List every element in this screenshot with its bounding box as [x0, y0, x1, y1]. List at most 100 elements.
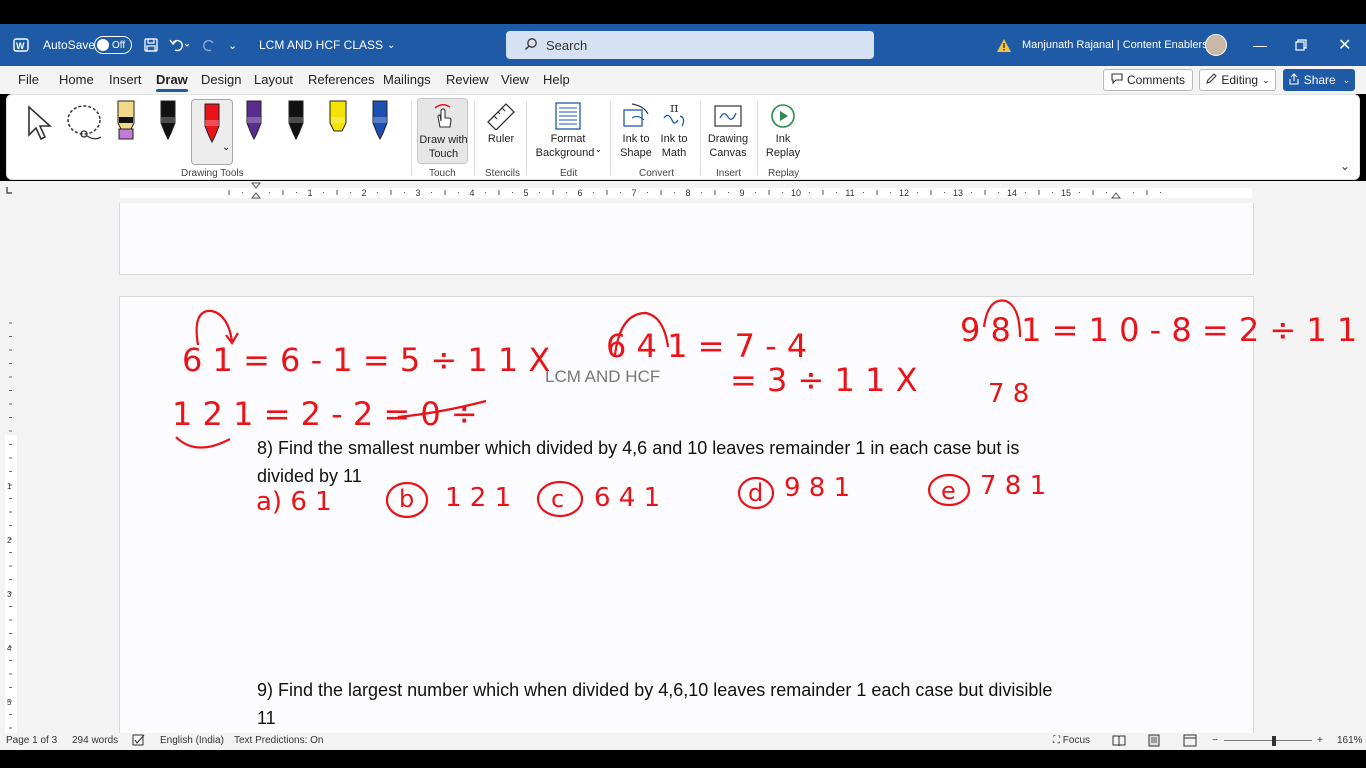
lasso-select-icon[interactable] [65, 103, 105, 148]
horizontal-ruler[interactable]: 1 2 3 4 5 6 7 8 9 10 11 12 13 14 15 [0, 181, 1366, 203]
tab-references[interactable]: References [308, 72, 374, 87]
page-previous[interactable] [119, 203, 1254, 275]
zoom-out-button[interactable]: − [1212, 735, 1218, 746]
avatar[interactable] [1205, 24, 1227, 66]
close-button[interactable]: ✕ [1338, 24, 1351, 66]
tab-layout[interactable]: Layout [254, 72, 293, 87]
draw-with-touch-label-2: Touch [428, 148, 459, 160]
draw-with-touch-label-1: Draw with [419, 134, 468, 146]
tab-review[interactable]: Review [446, 72, 489, 87]
proofing-icon[interactable] [132, 734, 146, 750]
pen-4-icon[interactable] [243, 99, 265, 150]
share-icon [1288, 72, 1300, 88]
user-name[interactable]: Manjunath Rajanal | Content Enablers [1022, 24, 1208, 66]
redo-icon[interactable] [202, 24, 218, 66]
chevron-down-icon: ⌄ [387, 39, 396, 51]
ruler-number: 2 [7, 536, 12, 545]
share-button[interactable]: Share ⌄ [1283, 69, 1355, 91]
pen-2-icon[interactable] [157, 99, 179, 150]
ink-work-981: 9 8 1 = 1 0 - 8 = 2 ÷ 1 1 X [960, 311, 1366, 349]
format-background-label-2: Background [535, 147, 595, 159]
pen-7-icon[interactable] [369, 99, 391, 150]
ruler-scale: 1 2 3 4 5 6 7 8 9 10 11 12 13 14 15 [6, 182, 1252, 199]
word-count[interactable]: 294 words [72, 735, 118, 746]
word-window: W AutoSave Off ⌄ LCM AND HCF CLASS ⌄ Man… [0, 0, 1366, 768]
ruler-number: 4 [469, 188, 474, 198]
zoom-in-button[interactable]: + [1317, 735, 1323, 746]
svg-text:π: π [670, 101, 679, 116]
ink-to-math-button[interactable]: π Ink to Math [655, 98, 693, 164]
page-count[interactable]: Page 1 of 3 [6, 735, 57, 746]
language[interactable]: English (India) [160, 735, 224, 746]
editing-mode-button[interactable]: Editing ⌄ [1199, 69, 1276, 91]
comments-button[interactable]: Comments [1103, 69, 1193, 91]
drawing-canvas-button[interactable]: Drawing Canvas [705, 98, 751, 164]
ribbon-expand-icon[interactable]: ⌄ [1340, 159, 1350, 173]
zoom-level[interactable]: 161% [1337, 735, 1363, 746]
chevron-down-icon: ⌄ [595, 145, 602, 154]
chevron-down-icon: ⌄ [1342, 74, 1351, 85]
search-box[interactable]: Search [506, 31, 874, 59]
document-area[interactable]: 12345 LCM AND HCF 8) Find the smallest n… [0, 203, 1366, 733]
web-layout-icon[interactable] [1183, 734, 1197, 750]
ink-work-781: 7 8 [988, 379, 1030, 409]
search-icon [524, 37, 538, 54]
print-layout-icon[interactable] [1147, 734, 1161, 750]
ruler-number: 5 [7, 698, 12, 707]
ink-option-a: a) 6 1 [256, 487, 332, 517]
tab-home[interactable]: Home [59, 72, 94, 87]
page-current[interactable]: LCM AND HCF 8) Find the smallest number … [119, 296, 1366, 733]
customize-toolbar-icon[interactable]: ⌄ [228, 24, 237, 66]
zoom-slider[interactable] [1224, 740, 1312, 741]
zoom-slider-thumb[interactable] [1272, 736, 1276, 746]
tab-draw[interactable]: Draw [156, 72, 188, 92]
read-mode-icon[interactable] [1112, 734, 1126, 750]
ink-to-shape-button[interactable]: Ink to Shape [617, 98, 655, 164]
ruler-button[interactable]: Ruler [481, 98, 521, 164]
comment-icon [1111, 73, 1123, 87]
ruler-number: 2 [361, 188, 366, 198]
draw-with-touch-button[interactable]: Draw with Touch [417, 98, 468, 164]
tab-design[interactable]: Design [201, 72, 241, 87]
chevron-down-icon: ⌄ [1262, 74, 1270, 85]
autosave-toggle[interactable]: Off [94, 24, 132, 66]
ink-to-math-label-1: Ink to [660, 133, 688, 145]
document-title[interactable]: LCM AND HCF CLASS ⌄ [259, 24, 395, 66]
group-separator [474, 101, 475, 175]
group-convert: Convert [639, 168, 675, 179]
ink-to-math-label-2: Math [661, 147, 687, 159]
tab-insert[interactable]: Insert [109, 72, 142, 87]
format-background-button[interactable]: Format Background ⌄ [533, 98, 603, 164]
focus-button[interactable]: ⛶ Focus [1053, 735, 1090, 746]
restore-button[interactable] [1295, 24, 1307, 66]
vertical-ruler-page-area [5, 435, 17, 733]
ink-option-b-letter: b [399, 485, 415, 513]
ink-replay-label-1: Ink [775, 133, 791, 145]
pen-5-icon[interactable] [285, 99, 307, 150]
save-icon[interactable] [143, 24, 159, 66]
select-arrow-icon[interactable] [25, 105, 53, 146]
tab-help[interactable]: Help [543, 72, 570, 87]
group-separator [526, 101, 527, 175]
tab-mailings[interactable]: Mailings [383, 72, 431, 87]
ruler-number: 6 [577, 188, 582, 198]
tab-file[interactable]: File [18, 72, 39, 87]
chevron-down-icon[interactable]: ⌄ [222, 142, 230, 153]
pen-3-icon[interactable]: ⌄ [191, 99, 233, 165]
word-app-icon[interactable]: W [13, 24, 29, 66]
text-predictions[interactable]: Text Predictions: On [234, 735, 323, 746]
drawing-canvas-icon [714, 102, 742, 135]
drawing-canvas-label-2: Canvas [709, 147, 747, 159]
pen-6-icon[interactable] [327, 99, 349, 150]
vertical-ruler[interactable]: 1 2 3 4 5 [4, 203, 18, 733]
ruler-number: 1 [7, 482, 12, 491]
ink-replay-button[interactable]: Ink Replay [763, 98, 803, 164]
ruler-icon [486, 102, 516, 135]
undo-icon[interactable] [168, 24, 190, 66]
ruler-number: 9 [739, 188, 744, 198]
ruler-number: 10 [791, 188, 801, 198]
format-background-label-1: Format [550, 133, 586, 145]
pen-1-icon[interactable] [115, 99, 137, 150]
minimize-button[interactable]: — [1253, 24, 1267, 66]
tab-view[interactable]: View [501, 72, 529, 87]
